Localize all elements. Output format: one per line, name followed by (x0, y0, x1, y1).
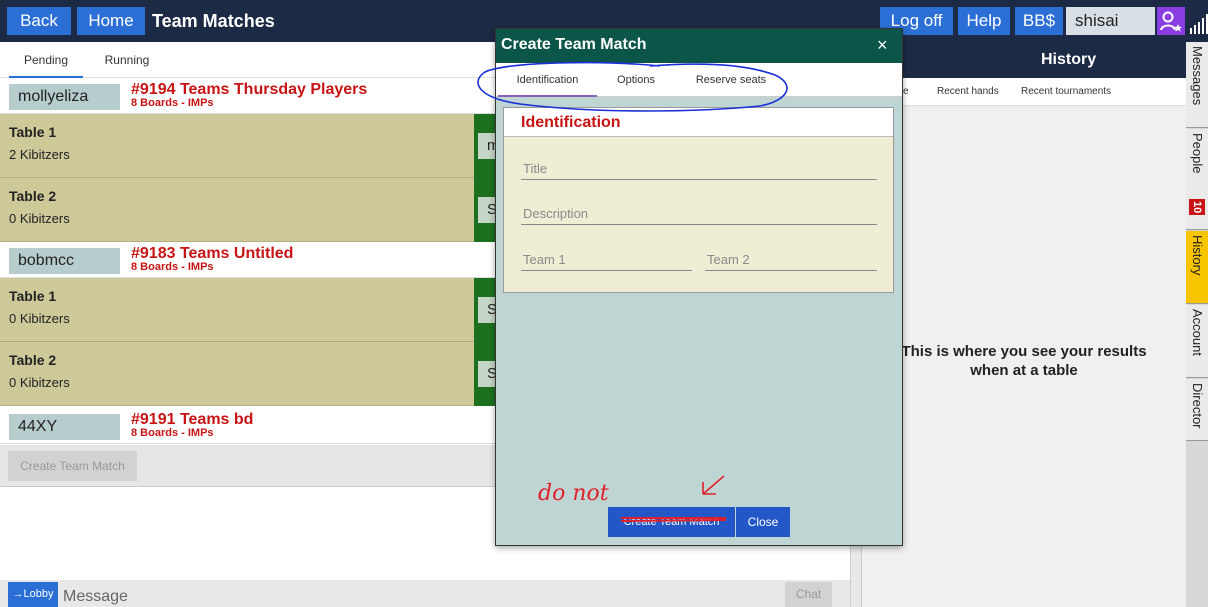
history-tab-recent-tournaments[interactable]: Recent tournaments (1021, 78, 1111, 106)
host-chip[interactable]: 44XY (9, 414, 120, 440)
table-name: Table 1 (9, 124, 57, 140)
side-tab-messages[interactable]: Messages (1186, 42, 1208, 128)
tab-options[interactable]: Options (606, 63, 666, 97)
side-tab-people[interactable]: People 10 (1186, 129, 1208, 230)
tab-running[interactable]: Running (92, 42, 162, 78)
match-subtitle: 8 Boards - IMPs (131, 97, 214, 109)
kibitzer-count: 0 Kibitzers (9, 211, 70, 226)
side-tab-label: History (1190, 235, 1205, 276)
identification-panel: Identification (503, 107, 894, 293)
dialog-create-team-match-button[interactable]: Create Team Match (608, 507, 735, 537)
history-empty-message: This is where you see your results when … (901, 343, 1147, 379)
title-field[interactable] (521, 158, 877, 180)
table-name: Table 2 (9, 352, 57, 368)
team2-field[interactable] (705, 249, 877, 271)
tab-pending[interactable]: Pending (9, 42, 83, 78)
people-count-badge: 10 (1189, 199, 1205, 215)
side-tabs: Messages People 10 History Account Direc… (1186, 42, 1208, 607)
history-tab-recent-hands[interactable]: Recent hands (937, 78, 999, 106)
chat-send-button[interactable]: Chat (785, 582, 832, 607)
history-tab-partial[interactable]: e (903, 78, 909, 106)
dialog-close-button[interactable]: Close (736, 507, 790, 537)
side-tab-history[interactable]: History (1186, 231, 1208, 304)
history-title: History (1041, 51, 1097, 68)
kibitzer-count: 2 Kibitzers (9, 147, 70, 162)
create-team-match-dialog: Create Team Match × Identification Optio… (495, 28, 903, 546)
tab-reserve-seats[interactable]: Reserve seats (681, 63, 781, 97)
help-button[interactable]: Help (958, 7, 1010, 35)
table-name: Table 2 (9, 188, 57, 204)
table-name: Table 1 (9, 288, 57, 304)
host-chip[interactable]: mollyeliza (9, 84, 120, 110)
kibitzer-count: 0 Kibitzers (9, 375, 70, 390)
chat-bar: →Lobby Chat (0, 580, 850, 607)
history-body: This is where you see your results when … (862, 106, 1186, 607)
kibitzer-count: 0 Kibitzers (9, 311, 70, 326)
history-header: History (862, 42, 1186, 78)
home-button[interactable]: Home (77, 7, 145, 35)
tab-identification[interactable]: Identification (498, 63, 597, 97)
bbs-button[interactable]: BB$ (1015, 7, 1063, 35)
username-display[interactable]: shisai (1066, 7, 1155, 35)
history-tabs: e Recent hands Recent tournaments (862, 78, 1186, 106)
dialog-title: Create Team Match (501, 36, 647, 53)
team1-field[interactable] (521, 249, 692, 271)
dialog-tabs: Identification Options Reserve seats (496, 63, 902, 97)
side-tab-label: Director (1190, 383, 1205, 429)
side-tab-director[interactable]: Director (1186, 379, 1208, 441)
description-field[interactable] (521, 203, 877, 225)
user-profile-icon[interactable] (1157, 7, 1185, 35)
match-subtitle: 8 Boards - IMPs (131, 261, 214, 273)
side-tab-label: Messages (1190, 46, 1205, 106)
lobby-chat-target-button[interactable]: →Lobby (8, 582, 58, 607)
message-input[interactable] (63, 586, 363, 607)
dialog-header: Create Team Match × (496, 29, 902, 63)
signal-strength-icon (1190, 14, 1208, 34)
page-title: Team Matches (152, 11, 275, 31)
side-tab-account[interactable]: Account (1186, 305, 1208, 378)
match-subtitle: 8 Boards - IMPs (131, 427, 214, 439)
side-tab-label: Account (1190, 309, 1205, 356)
host-chip[interactable]: bobmcc (9, 248, 120, 274)
back-button[interactable]: Back (7, 7, 71, 35)
side-tab-label: People (1190, 133, 1205, 174)
section-title: Identification (504, 108, 893, 137)
create-team-match-button[interactable]: Create Team Match (8, 451, 137, 481)
history-panel: History e Recent hands Recent tournament… (862, 42, 1186, 607)
close-icon[interactable]: × (877, 35, 888, 56)
